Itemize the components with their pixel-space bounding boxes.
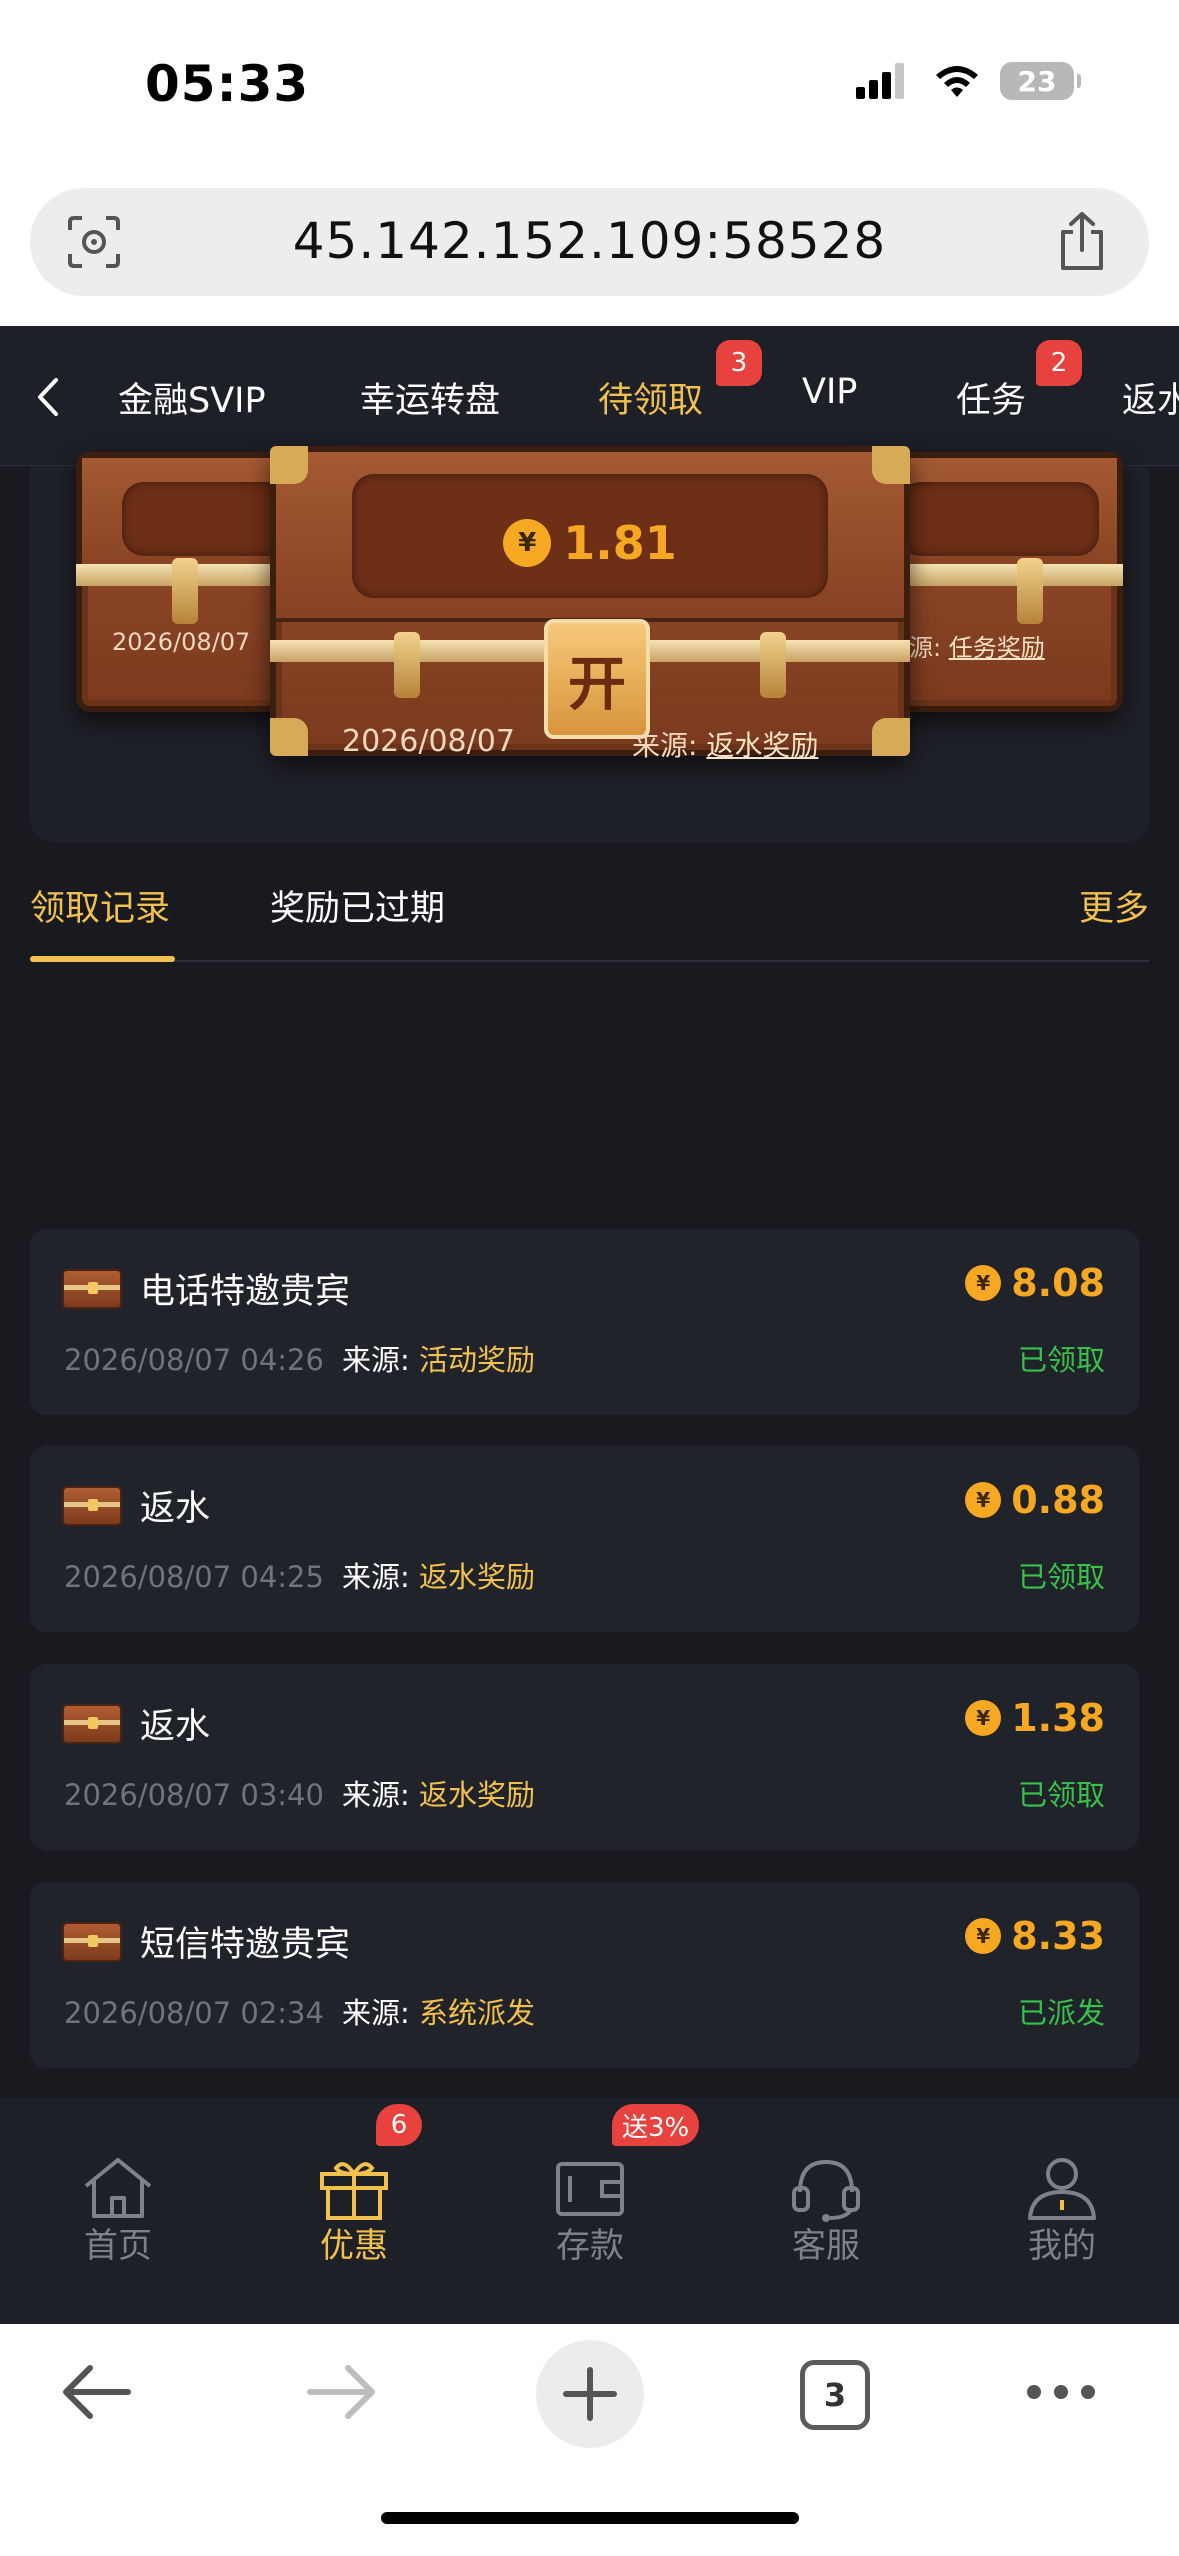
headset-icon bbox=[792, 2159, 860, 2222]
more-icon[interactable] bbox=[1026, 2382, 1096, 2402]
home-indicator bbox=[381, 2512, 799, 2524]
record-item[interactable]: 短信特邀贵宾 2026/08/07 02:34 来源: 系统派发 ¥ 8.33 已… bbox=[30, 1882, 1139, 2068]
nav-home[interactable]: 首页 bbox=[0, 2098, 236, 2324]
latch-icon bbox=[760, 632, 786, 698]
coin-icon: ¥ bbox=[965, 1265, 1002, 1301]
nav-promotions[interactable]: 优惠 6 bbox=[236, 2098, 472, 2324]
record-amount: ¥ 8.33 bbox=[965, 1914, 1105, 1958]
record-item[interactable]: 电话特邀贵宾 2026/08/07 04:26 来源: 活动奖励 ¥ 8.08 已… bbox=[30, 1229, 1139, 1415]
record-title: 返水 bbox=[140, 1489, 211, 1529]
more-link[interactable]: 更多 bbox=[1079, 880, 1149, 931]
signal-icon bbox=[856, 63, 904, 99]
record-item[interactable]: 返水 2026/08/07 04:25 来源: 返水奖励 ¥ 0.88 已领取 bbox=[30, 1446, 1139, 1632]
back-arrow-icon[interactable] bbox=[58, 2362, 132, 2422]
tab-expired-rewards[interactable]: 奖励已过期 bbox=[270, 880, 445, 931]
tab-lucky-wheel[interactable]: 幸运转盘 bbox=[360, 372, 500, 423]
tab-pending-badge: 3 bbox=[716, 340, 762, 386]
reward-chest-center[interactable]: ¥ 1.81 开 2026/08/07 来源: 返水奖励 bbox=[270, 446, 910, 762]
category-tabs: 金融SVIP 幸运转盘 待领取 3 VIP 任务 2 返水 bbox=[0, 326, 1179, 466]
latch-icon bbox=[394, 632, 420, 698]
tab-svip[interactable]: 金融SVIP bbox=[118, 372, 266, 423]
record-meta: 2026/08/07 04:25 来源: 返水奖励 bbox=[64, 1560, 535, 1594]
status-bar: 05:33 23 bbox=[0, 0, 1179, 170]
deposit-bonus-badge: 送3% bbox=[612, 2104, 700, 2146]
chest-icon bbox=[62, 1486, 122, 1526]
record-status: 已派发 bbox=[1017, 1996, 1105, 2030]
gift-icon bbox=[320, 2162, 388, 2220]
coin-icon: ¥ bbox=[965, 1700, 1002, 1736]
coin-icon: ¥ bbox=[965, 1918, 1002, 1954]
record-status: 已领取 bbox=[1017, 1778, 1105, 1812]
open-chest-button[interactable]: 开 bbox=[544, 619, 650, 739]
tab-rebate[interactable]: 返水 bbox=[1122, 372, 1179, 423]
chest-center-source: 来源: 返水奖励 bbox=[632, 729, 819, 762]
nav-profile[interactable]: 我的 bbox=[944, 2098, 1179, 2324]
record-meta: 2026/08/07 02:34 来源: 系统派发 bbox=[64, 1996, 535, 2030]
coin-icon: ¥ bbox=[965, 1482, 1002, 1518]
tab-switcher-button[interactable]: 3 bbox=[800, 2360, 870, 2430]
record-amount: ¥ 8.08 bbox=[965, 1261, 1105, 1305]
record-title: 电话特邀贵宾 bbox=[140, 1272, 351, 1312]
bottom-nav: 首页 优惠 6 存款 送3% 客服 我的 bbox=[0, 2098, 1179, 2324]
tab-pending[interactable]: 待领取 bbox=[598, 372, 703, 423]
url-text[interactable]: 45.142.152.109:58528 bbox=[30, 212, 1149, 270]
share-icon[interactable] bbox=[1055, 210, 1109, 272]
tab-tasks-badge: 2 bbox=[1036, 340, 1082, 386]
url-bar[interactable]: 45.142.152.109:58528 bbox=[30, 188, 1149, 296]
chest-amount: ¥ 1.81 bbox=[276, 516, 904, 570]
chest-icon bbox=[62, 1704, 122, 1744]
tab-vip[interactable]: VIP bbox=[802, 372, 857, 412]
plus-icon bbox=[563, 2367, 617, 2421]
record-tabs: 领取记录 奖励已过期 更多 bbox=[30, 872, 1149, 962]
forward-arrow-icon[interactable] bbox=[306, 2362, 380, 2422]
wifi-icon bbox=[936, 66, 978, 97]
chest-right-source: 源: 任务奖励 bbox=[909, 634, 1045, 662]
tab-claim-records[interactable]: 领取记录 bbox=[30, 880, 170, 931]
app-content: 金融SVIP 幸运转盘 待领取 3 VIP 任务 2 返水 2026/08/07… bbox=[0, 326, 1179, 2324]
chest-icon bbox=[62, 1269, 122, 1309]
record-meta: 2026/08/07 04:26 来源: 活动奖励 bbox=[64, 1343, 535, 1377]
record-amount: ¥ 0.88 bbox=[965, 1478, 1105, 1522]
status-time: 05:33 bbox=[145, 55, 310, 113]
chest-left-date: 2026/08/07 bbox=[112, 628, 251, 656]
record-meta: 2026/08/07 03:40 来源: 返水奖励 bbox=[64, 1778, 535, 1812]
user-icon bbox=[1028, 2158, 1096, 2220]
nav-support[interactable]: 客服 bbox=[708, 2098, 944, 2324]
coin-icon: ¥ bbox=[503, 519, 552, 567]
chest-icon bbox=[62, 1922, 122, 1962]
battery-indicator: 23 bbox=[1000, 62, 1081, 100]
chest-center-date: 2026/08/07 bbox=[342, 724, 515, 759]
new-tab-button[interactable] bbox=[536, 2340, 644, 2448]
status-icons: 23 bbox=[856, 62, 1081, 100]
record-item[interactable]: 返水 2026/08/07 03:40 来源: 返水奖励 ¥ 1.38 已领取 bbox=[30, 1664, 1139, 1850]
tab-tasks[interactable]: 任务 bbox=[956, 372, 1026, 423]
nav-deposit[interactable]: 存款 送3% bbox=[472, 2098, 708, 2324]
record-tab-underline bbox=[30, 956, 175, 962]
record-status: 已领取 bbox=[1017, 1343, 1105, 1377]
wallet-icon bbox=[556, 2162, 624, 2216]
record-title: 返水 bbox=[140, 1707, 211, 1747]
home-icon bbox=[84, 2158, 152, 2218]
record-status: 已领取 bbox=[1017, 1560, 1105, 1594]
record-title: 短信特邀贵宾 bbox=[140, 1925, 351, 1965]
promotions-badge: 6 bbox=[376, 2104, 422, 2146]
record-amount: ¥ 1.38 bbox=[965, 1696, 1105, 1740]
back-chevron-icon[interactable] bbox=[30, 374, 64, 420]
chest-panel: 2026/08/07 源: 任务奖励 ¥ 1.81 开 2026/08/07 来… bbox=[30, 446, 1149, 842]
